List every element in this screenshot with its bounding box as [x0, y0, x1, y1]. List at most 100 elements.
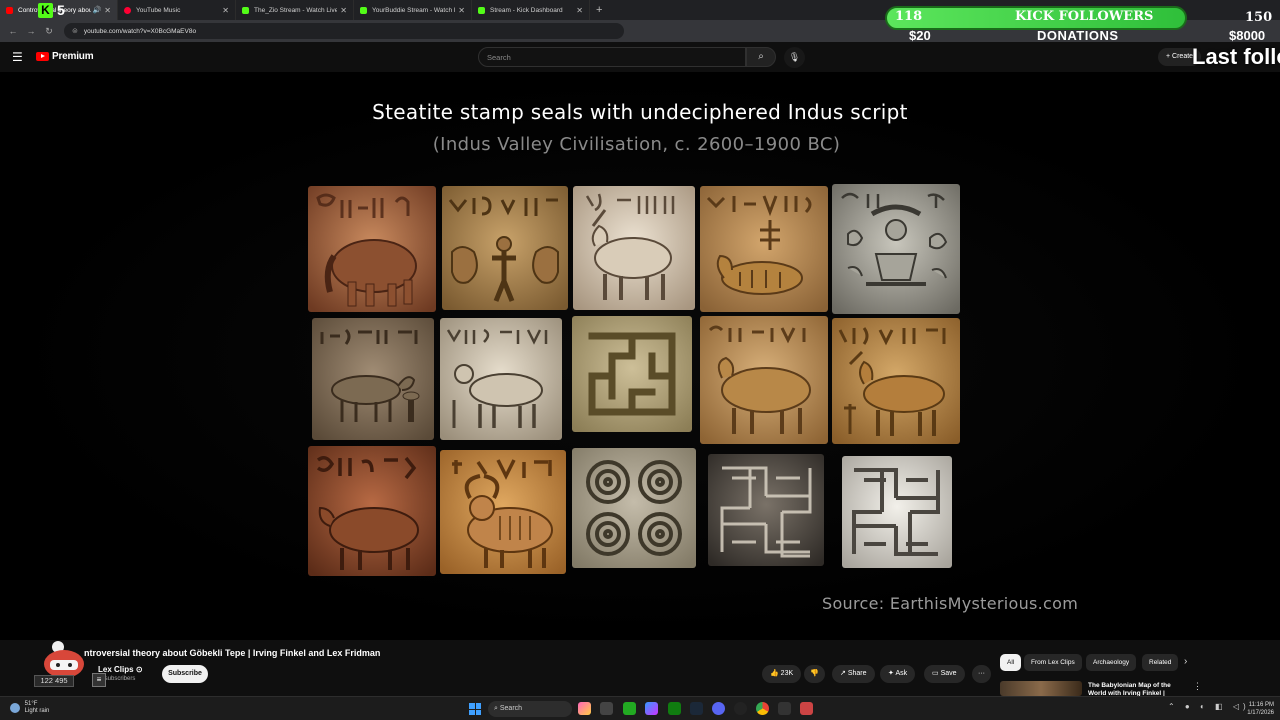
seal-bull-white-image	[440, 318, 562, 440]
system-tray[interactable]: ⌃ ● ◐ ◧ ◁)	[1168, 702, 1250, 711]
video-info-bar: ntroversial theory about Göbekli Tepe | …	[0, 640, 1280, 697]
taskbar-search-label: Search	[499, 705, 523, 712]
screen: Controversial theory about 🔊 ✕ YouTube M…	[0, 0, 1280, 720]
weather-temp: 51°F	[24, 701, 38, 707]
follower-goal-target: 150	[1245, 10, 1273, 25]
task-view-icon[interactable]	[600, 702, 613, 715]
discord-app-icon[interactable]	[712, 702, 725, 715]
thumbs-up-icon: 👍	[770, 670, 779, 677]
seal-tiger-image	[700, 186, 828, 312]
close-tab-icon[interactable]: ✕	[458, 6, 465, 15]
like-button[interactable]: 👍 23K	[762, 665, 802, 683]
stream-goals-overlay: 118 KICK FOLLOWERS 150 $20 DONATIONS $80…	[885, 4, 1280, 48]
seal-rhino-red-image	[308, 446, 436, 576]
share-button[interactable]: ↗ Share	[832, 665, 875, 683]
site-info-icon[interactable]: ⊜	[72, 27, 78, 35]
save-label: Save	[940, 670, 957, 677]
seal-swastika-white-image	[842, 456, 952, 568]
steam-app-icon[interactable]	[690, 702, 703, 715]
youtube-play-icon	[36, 52, 49, 61]
slide-title: Steatite stamp seals with undeciphered I…	[372, 100, 908, 124]
search-input[interactable]: Search	[478, 47, 746, 67]
seal-circles-image	[572, 448, 696, 568]
tab-title: The_Zio Stream - Watch Live on	[254, 6, 338, 14]
last-follower-label: Last followe	[1192, 44, 1280, 69]
back-icon[interactable]: ←	[4, 26, 22, 36]
new-tab-button[interactable]: +	[596, 4, 602, 16]
forward-icon[interactable]: →	[22, 26, 40, 36]
search-icon: ⌕	[758, 51, 764, 62]
clock-date: 1/17/2026	[1247, 710, 1274, 716]
chrome-app-icon[interactable]	[756, 702, 769, 715]
url-field[interactable]: ⊜ youtube.com/watch?v=X0BcGMaEV8o	[64, 23, 624, 39]
close-tab-icon[interactable]: ✕	[104, 6, 111, 15]
tab-yourbuddie-stream[interactable]: YourBuddie Stream - Watch Live ✕	[354, 0, 472, 20]
chip-from-lex-clips[interactable]: From Lex Clips	[1024, 654, 1082, 671]
search-button[interactable]: ⌕	[746, 47, 776, 67]
source-label: Source:	[822, 594, 890, 613]
app-icon[interactable]	[800, 702, 813, 715]
dislike-button[interactable]: 👎	[804, 665, 825, 683]
weather-desc: Light rain	[24, 708, 50, 714]
like-count: 23K	[780, 670, 794, 677]
close-tab-icon[interactable]: ✕	[340, 6, 347, 15]
kick-favicon-icon	[478, 6, 485, 14]
donation-goal-target: $8000	[1229, 28, 1266, 43]
close-tab-icon[interactable]: ✕	[576, 6, 583, 15]
reload-icon[interactable]: ↻	[40, 26, 58, 37]
obs-app-icon[interactable]	[734, 702, 747, 715]
taskbar-search[interactable]: ⌕ Search	[488, 701, 572, 717]
list-icon: ≡	[92, 673, 106, 687]
tab-zio-stream[interactable]: The_Zio Stream - Watch Live on ✕	[236, 0, 354, 20]
seal-unicorn-white-image	[573, 186, 695, 310]
video-player[interactable]: Steatite stamp seals with undeciphered I…	[0, 72, 1280, 640]
close-tab-icon[interactable]: ✕	[222, 6, 229, 15]
chip-archaeology[interactable]: Archaeology	[1086, 654, 1137, 671]
seal-unicorn-gold-image	[832, 318, 960, 444]
kick-favicon-icon	[360, 6, 367, 14]
save-button[interactable]: ▭ Save	[924, 665, 965, 683]
tab-youtube-music[interactable]: YouTube Music ✕	[118, 0, 236, 20]
seal-elephant-image	[308, 186, 436, 312]
kick-favicon-icon	[242, 6, 249, 14]
app-icon[interactable]	[778, 702, 791, 715]
viewer-count: 122 495	[34, 675, 74, 687]
slide-subtitle: (Indus Valley Civilisation, c. 2600–1900…	[432, 134, 841, 155]
weather-widget[interactable]: 51°F Light rain	[10, 701, 49, 715]
youtube-favicon-icon	[6, 6, 13, 14]
create-label: Create	[1172, 53, 1194, 60]
seal-swastika-dark-image	[708, 454, 824, 566]
more-actions-button[interactable]: ···	[972, 665, 991, 683]
follower-goal-label: KICK FOLLOWERS	[1015, 9, 1154, 24]
kick-logo-icon: K	[38, 3, 53, 18]
speaker-icon[interactable]: 🔊	[93, 6, 102, 14]
subscribe-button[interactable]: Subscribe	[162, 665, 208, 683]
voice-search-button[interactable]: 🎙	[784, 47, 805, 68]
clock-time: 11:16 PM	[1248, 702, 1274, 708]
tab-title: Controversial theory about	[18, 6, 91, 14]
chevron-right-icon[interactable]: ›	[1184, 656, 1187, 667]
copilot-app-icon[interactable]	[645, 702, 658, 715]
chip-all[interactable]: All	[1000, 654, 1022, 671]
terminal-app-icon[interactable]	[623, 702, 636, 715]
tab-kick-dashboard[interactable]: Stream - Kick Dashboard ✕	[472, 0, 590, 20]
share-label: Share	[847, 670, 867, 677]
chip-related[interactable]: Related	[1142, 654, 1179, 671]
recommended-thumbnail[interactable]	[1000, 681, 1082, 696]
menu-icon[interactable]: ☰	[12, 50, 23, 64]
donation-goal-label: DONATIONS	[1037, 28, 1119, 43]
seal-zebu-gold-image	[440, 450, 566, 574]
youtube-premium-logo[interactable]: Premium	[36, 51, 94, 62]
ask-button[interactable]: ✦ Ask	[880, 665, 916, 683]
seal-bull-gold-image	[700, 316, 828, 444]
kick-badge: 5	[57, 2, 65, 18]
windows-taskbar: 51°F Light rain ⌕ Search ⌃ ● ◐ ◧ ◁) 11:1…	[0, 696, 1280, 720]
widgets-app-icon[interactable]	[578, 702, 591, 715]
source-site: EarthisMysterious.com	[889, 594, 1079, 613]
seal-pashupati-image	[832, 184, 960, 314]
ask-label: Ask	[895, 670, 908, 677]
taskbar-clock[interactable]: 11:16 PM 1/17/2026	[1240, 701, 1274, 717]
start-button[interactable]	[469, 703, 481, 715]
xbox-app-icon[interactable]	[668, 702, 681, 715]
recommended-menu-icon[interactable]: ⋮	[1193, 681, 1202, 692]
